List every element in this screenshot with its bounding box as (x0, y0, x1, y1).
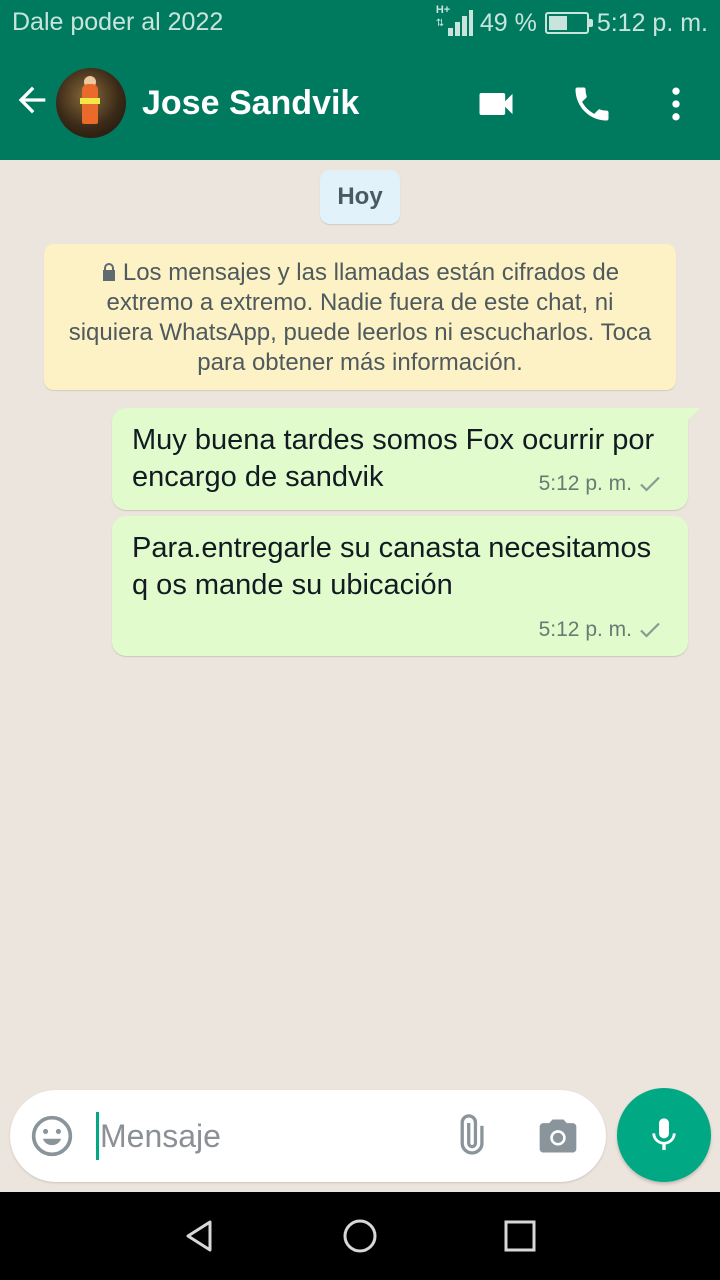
battery-percent: 49 % (479, 8, 537, 37)
message-composer (10, 1090, 606, 1182)
paperclip-icon[interactable] (448, 1114, 492, 1158)
chat-area[interactable]: Hoy Los mensajes y las llamadas están ci… (0, 160, 720, 1192)
message-input[interactable] (100, 1108, 430, 1164)
message-text: Para.entregarle su canasta necesitamos q… (132, 532, 652, 601)
phone-icon[interactable] (570, 82, 614, 126)
encryption-notice[interactable]: Los mensajes y las llamadas están cifrad… (44, 244, 676, 390)
system-nav-bar (0, 1192, 720, 1280)
recents-square-icon[interactable] (500, 1216, 540, 1256)
text-caret (96, 1112, 99, 1160)
message-meta: 5:12 p. m. (539, 465, 662, 502)
network-type: H+ (435, 4, 451, 16)
arrow-left-icon[interactable] (12, 80, 52, 120)
mic-icon (652, 1118, 676, 1150)
battery-icon (544, 12, 593, 34)
signal-icon: H+ ⇅ (436, 4, 473, 38)
more-vert-icon[interactable] (654, 82, 698, 126)
clock: 5:12 p. m. (596, 8, 708, 37)
video-call-icon[interactable] (474, 82, 518, 126)
message-time: 5:12 p. m. (538, 472, 632, 495)
encryption-notice-text: Los mensajes y las llamadas están cifrad… (68, 259, 652, 376)
camera-icon[interactable] (536, 1114, 580, 1158)
chat-header: Jose Sandvik (0, 56, 720, 156)
lock-icon (102, 263, 115, 281)
message-bubble[interactable]: Para.entregarle su canasta necesitamos q… (112, 516, 688, 656)
status-indicators: H+ ⇅ 49 % 5:12 p. m. (436, 4, 708, 38)
date-divider: Hoy (320, 170, 400, 224)
message-bubble[interactable]: Muy buena tardes somos Fox ocurrir por e… (112, 408, 700, 510)
carrier-text: Dale poder al 2022 (12, 8, 224, 36)
app-topbar: Dale poder al 2022 H+ ⇅ 49 % 5:12 p. m. … (0, 0, 720, 160)
message-meta: 5:12 p. m. (539, 611, 662, 648)
contact-name[interactable]: Jose Sandvik (142, 84, 359, 123)
emoji-icon[interactable] (30, 1114, 74, 1158)
message-time: 5:12 p. m. (538, 618, 632, 641)
home-circle-icon[interactable] (340, 1216, 380, 1256)
avatar[interactable] (56, 68, 126, 138)
status-bar: Dale poder al 2022 H+ ⇅ 49 % 5:12 p. m. (0, 0, 720, 48)
single-check-icon (640, 622, 660, 638)
mic-button[interactable] (617, 1088, 711, 1182)
single-check-icon (640, 476, 660, 492)
back-triangle-icon[interactable] (180, 1216, 220, 1256)
